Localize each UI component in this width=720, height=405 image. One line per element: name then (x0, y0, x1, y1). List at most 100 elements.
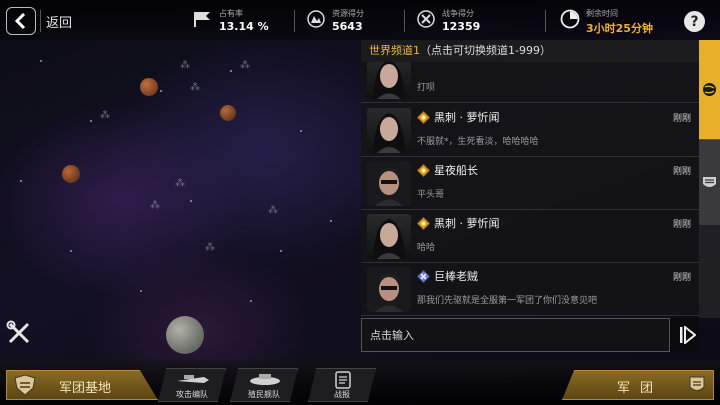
star (160, 90, 162, 92)
back-button[interactable] (6, 7, 36, 35)
top-bar: 返回 占有率 13.14 % 资源得分 5643 战争得分 12359 剩余时间 (0, 0, 720, 40)
war-value: 12359 (442, 20, 481, 33)
flag-icon (194, 12, 210, 27)
attack-fleet-button[interactable]: 攻击编队 (158, 368, 226, 402)
back-label[interactable]: 返回 (46, 12, 72, 31)
divider (404, 10, 405, 32)
star (40, 60, 42, 62)
debris-field: ⁂ (100, 110, 110, 121)
debris-field: ⁂ (175, 178, 185, 189)
star (20, 180, 22, 182)
chevron-left-icon (14, 13, 26, 29)
star (230, 70, 232, 72)
debris-field: ⁂ (240, 60, 250, 71)
legion-label: 军团 (617, 381, 664, 396)
tab-world-channel[interactable] (699, 40, 720, 139)
message-time: 刚刚 (672, 167, 691, 177)
wrench-screwdriver-icon (6, 320, 30, 344)
debris-field: ⁂ (150, 200, 160, 211)
avatar[interactable] (367, 214, 411, 259)
message-time: 刚刚 (672, 220, 691, 230)
debris-field: ⁂ (190, 82, 200, 93)
message-text: 打呗 (417, 83, 436, 93)
warship-icon (177, 375, 209, 383)
message-text: 那我们先驱就是全服第一军团了你们没意见吧 (417, 296, 598, 306)
globe-icon (703, 83, 716, 96)
legion-shield-icon (689, 376, 705, 391)
sender-name[interactable]: 星夜船长 (434, 162, 478, 178)
tab-legion-channel[interactable] (699, 139, 720, 225)
base-emblem-icon (14, 374, 36, 396)
battle-report-button[interactable]: 战报 (308, 368, 376, 402)
channel-name: 世界频道1 (369, 44, 420, 57)
chat-channel-header[interactable]: 世界频道1（点击可切换频道1-999） (361, 40, 699, 62)
chat-message[interactable]: 巨棒老贼 刚刚 那我们先驱就是全服第一军团了你们没意见吧 (361, 263, 699, 316)
female-pilot-avatar (373, 62, 405, 99)
side-tab-strip (699, 225, 720, 318)
chat-message[interactable]: 黑刺 · 萝忻闻 刚刚 不服就*，生死看淡，哈哈哈哈 (361, 104, 699, 157)
avatar[interactable] (367, 161, 411, 206)
avatar[interactable] (367, 108, 411, 153)
legion-button[interactable]: 军团 (562, 370, 714, 400)
star (250, 300, 252, 302)
channel-hint: （点击可切换频道1-999） (420, 44, 551, 57)
message-time: 刚刚 (672, 273, 691, 283)
tools-button[interactable] (6, 320, 32, 346)
chat-message[interactable]: 黑刺 · 萝忻闻 刚刚 哈哈 (361, 210, 699, 263)
divider (40, 10, 41, 32)
occupancy-value: 13.14 % (219, 20, 269, 33)
star (190, 200, 192, 202)
send-icon (679, 326, 696, 344)
legion-base-label: 军团基地 (59, 381, 112, 396)
gold-rank-badge (417, 164, 430, 177)
silver-rank-badge (417, 270, 430, 283)
avatar[interactable] (367, 62, 411, 99)
planet[interactable] (140, 78, 158, 96)
help-button[interactable]: ? (684, 11, 705, 32)
chat-message[interactable]: 星夜船长 刚刚 平头哥 (361, 157, 699, 210)
send-button[interactable] (676, 318, 699, 352)
sender-name[interactable]: 巨棒老贼 (434, 268, 478, 284)
chat-message[interactable]: 打呗 (361, 62, 699, 103)
female-pilot-avatar (373, 113, 405, 153)
colony-ship-icon (250, 374, 280, 385)
message-time: 刚刚 (672, 114, 691, 124)
chat-message-list[interactable]: 打呗 黑刺 · 萝忻闻 刚刚 不服就*，生死看淡，哈哈哈哈 星夜船长 刚刚 平头… (361, 62, 699, 316)
legion-base-button[interactable]: 军团基地 (6, 370, 158, 400)
resource-label: 资源得分 (332, 9, 364, 18)
gold-rank-badge (417, 217, 430, 230)
star (330, 220, 332, 222)
debris-field: ⁂ (268, 205, 278, 216)
legion-emblem-icon (703, 177, 716, 187)
time-left-label: 剩余时间 (586, 9, 618, 18)
war-label: 战争得分 (442, 9, 474, 18)
star (280, 250, 282, 252)
avatar[interactable] (367, 267, 411, 312)
female-pilot-avatar (373, 219, 405, 259)
sender-name[interactable]: 黑刺 · 萝忻闻 (434, 215, 500, 231)
message-text: 哈哈 (417, 243, 436, 253)
resource-icon (307, 10, 325, 28)
time-left-value: 3小时25分钟 (586, 22, 653, 35)
divider (294, 10, 295, 32)
message-text: 不服就*，生死看淡，哈哈哈哈 (417, 137, 539, 147)
message-text: 平头哥 (417, 190, 445, 200)
planet-large[interactable] (166, 316, 204, 354)
star (70, 250, 72, 252)
planet[interactable] (62, 165, 80, 183)
debris-field: ⁂ (205, 242, 215, 253)
battle-report-label: 战报 (334, 390, 350, 399)
gold-rank-badge (417, 111, 430, 124)
planet[interactable] (220, 105, 236, 121)
chat-input-row (361, 318, 699, 352)
divider (545, 10, 546, 32)
star (140, 290, 142, 292)
resource-value: 5643 (332, 20, 363, 33)
clock-icon (560, 9, 580, 29)
chat-input[interactable] (361, 318, 670, 352)
sender-name[interactable]: 黑刺 · 萝忻闻 (434, 109, 500, 125)
war-icon (417, 10, 435, 28)
attack-fleet-label: 攻击编队 (176, 390, 208, 399)
colony-fleet-button[interactable]: 殖民舰队 (230, 368, 298, 402)
report-icon (335, 371, 351, 389)
